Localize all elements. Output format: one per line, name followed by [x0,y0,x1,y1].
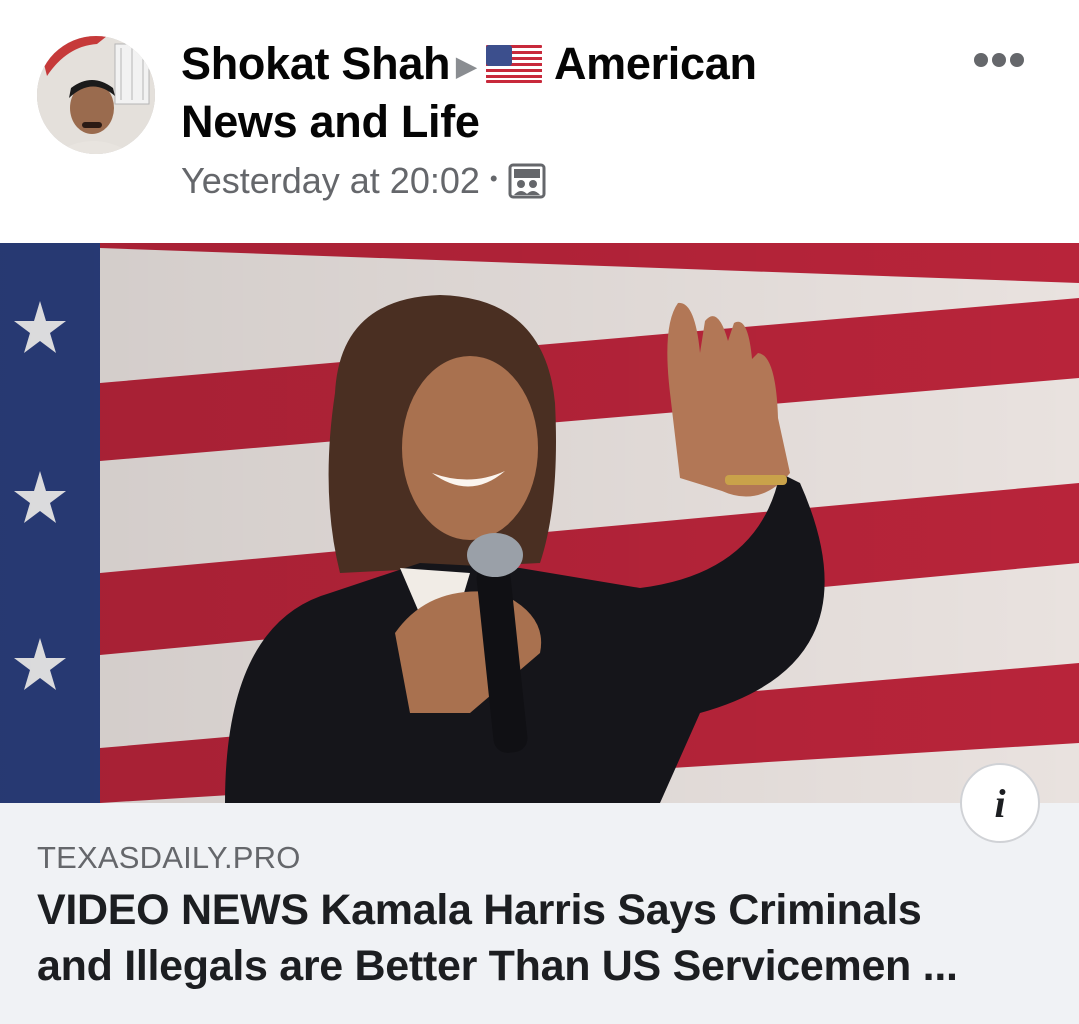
us-flag-icon [485,45,542,83]
flag-backdrop-photo [0,243,1079,803]
post-title: Shokat Shah ▶ American News and Life [181,36,881,150]
post-image[interactable] [0,243,1079,803]
timestamp-link[interactable]: Yesterday at 20:02 [181,160,480,202]
meta-separator: • [489,166,498,191]
info-icon[interactable]: i [960,763,1040,843]
post-header: Shokat Shah ▶ American News and Life Yeste… [0,0,1079,243]
group-photo-icon[interactable] [508,163,546,199]
triangle-right-icon: ▶ [456,51,476,81]
more-options-button[interactable] [973,48,1025,72]
link-headline[interactable]: VIDEO NEWS Kamala Harris Says Criminals a… [37,882,1047,994]
author-name-link[interactable]: Shokat Shah [181,38,451,89]
post-meta: Yesterday at 20:02 • [181,160,546,202]
link-domain: TEXASDAILY.PRO [37,840,301,875]
author-avatar[interactable] [37,36,155,154]
ellipsis-icon [974,53,1024,67]
